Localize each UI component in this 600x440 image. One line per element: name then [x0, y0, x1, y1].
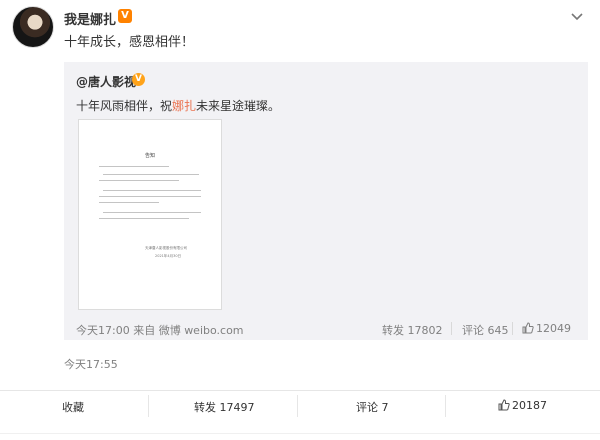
document-text-line — [99, 218, 189, 219]
document-text-line — [103, 174, 199, 175]
divider — [297, 395, 298, 417]
retweet-box: @唐人影视 V 十年风雨相伴，祝娜扎未来星途璀璨。 告知 天津唐人影视股份有限公… — [64, 62, 588, 340]
retweet-like-count: 12049 — [536, 322, 571, 335]
retweet-text-before: 十年风雨相伴，祝 — [76, 99, 173, 113]
retweet-author[interactable]: @唐人影视 — [76, 73, 136, 90]
retweet-meta[interactable]: 今天17:00 来自 微博 weibo.com — [76, 322, 244, 338]
document-title: 告知 — [144, 153, 155, 159]
thumbs-up-icon — [498, 399, 510, 411]
document-text-line — [99, 180, 179, 181]
weibo-card: 我是娜扎 V 十年成长，感恩相伴！ @唐人影视 V 十年风雨相伴，祝娜扎未来星途… — [0, 0, 600, 440]
document-date: 2021年4月30日 — [155, 254, 182, 258]
user-name[interactable]: 我是娜扎 — [64, 9, 116, 28]
verified-badge-icon: V — [132, 73, 145, 86]
avatar[interactable] — [12, 6, 54, 48]
like-button[interactable]: 20187 — [498, 399, 547, 412]
retweet-text: 十年风雨相伴，祝娜扎未来星途璀璨。 — [76, 97, 280, 114]
post-text: 十年成长，感恩相伴！ — [64, 35, 195, 50]
comment-button[interactable]: 评论 7 — [356, 399, 389, 415]
verified-badge-icon: V — [118, 9, 132, 23]
retweet-comment-button[interactable]: 评论 645 — [462, 322, 509, 338]
post-timestamp[interactable]: 今天17:55 — [64, 356, 118, 372]
document-text-line — [99, 202, 159, 203]
divider — [0, 433, 600, 434]
retweet-like-button[interactable]: 12049 — [522, 322, 571, 335]
document-text-line — [99, 196, 201, 197]
favorite-button[interactable]: 收藏 — [62, 399, 84, 415]
like-count: 20187 — [512, 399, 547, 412]
divider — [445, 395, 446, 417]
repost-button[interactable]: 转发 17497 — [194, 399, 255, 415]
document-text-line — [103, 190, 201, 191]
retweet-text-after: 未来星途璀璨。 — [196, 99, 281, 113]
divider — [451, 322, 452, 335]
divider — [512, 322, 513, 335]
thumbs-up-icon — [522, 322, 534, 334]
retweet-mention[interactable]: 娜扎 — [172, 99, 196, 113]
retweet-repost-button[interactable]: 转发 17802 — [382, 322, 443, 338]
document-company: 天津唐人影视股份有限公司 — [145, 246, 187, 250]
divider — [0, 390, 600, 391]
document-text-line — [99, 166, 169, 167]
divider — [148, 395, 149, 417]
chevron-down-icon[interactable] — [569, 8, 585, 22]
document-text-line — [103, 212, 201, 213]
document-image[interactable]: 告知 天津唐人影视股份有限公司 2021年4月30日 — [78, 119, 222, 310]
